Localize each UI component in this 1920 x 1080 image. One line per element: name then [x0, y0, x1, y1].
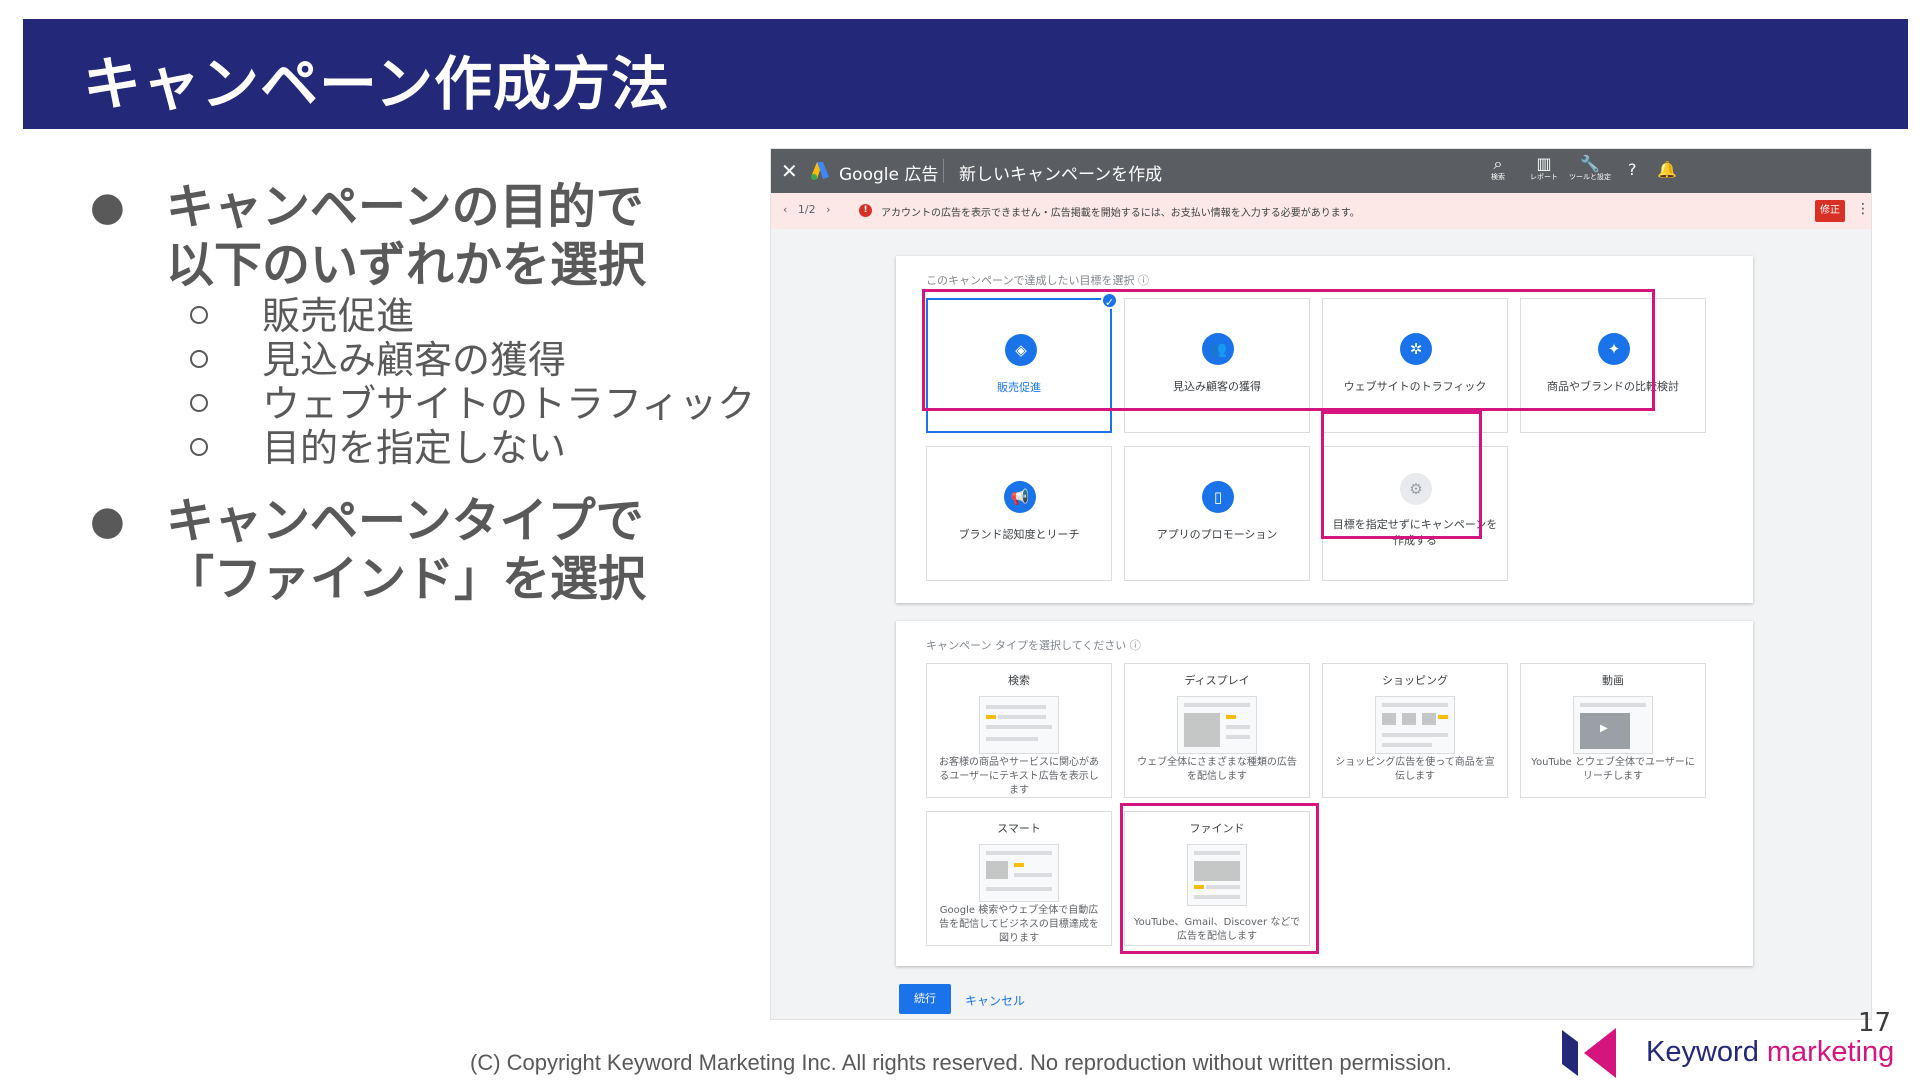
type-title: 検索 [1008, 674, 1030, 687]
copyright-text: (C) Copyright Keyword Marketing Inc. All… [470, 1050, 1452, 1075]
google-ads-logo-icon [811, 162, 829, 180]
bell-icon[interactable]: 🔔 [1657, 160, 1677, 179]
reports-icon: ▥ [1536, 154, 1552, 173]
goal-label: ブランド認知度とリーチ [958, 528, 1080, 541]
keyword-marketing-logo-icon [1562, 1028, 1616, 1078]
type-desc: Google 検索やウェブ全体で自動広告を配信してビジネスの目標達成を図ります [939, 905, 1099, 944]
help-icon[interactable]: ? [1628, 160, 1637, 179]
sub-bullet: 販売促進 [86, 294, 766, 338]
circle-bullet-icon [190, 394, 208, 412]
alert-pager[interactable]: ‹ 1/2 › [783, 203, 830, 216]
circle-bullet-icon [190, 438, 208, 456]
continue-button[interactable]: 続行 [899, 984, 951, 1014]
sub-bullet-text: 販売促進 [262, 294, 415, 338]
google-ads-screenshot: ✕ Google 広告 新しいキャンペーンを作成 ⌕ 検索 ▥ レポート 🔧 ツ… [770, 148, 1872, 1020]
circle-bullet-icon [190, 306, 208, 324]
type-card-title: キャンペーン タイプを選択してください ⓘ [926, 639, 1141, 652]
search-icon: ⌕ [1493, 154, 1503, 173]
tool-label: ツールと設定 [1569, 173, 1611, 181]
type-search[interactable]: 検索 お客様の商品やサービスに関心があるユーザーにテキスト広告を表示します [926, 663, 1112, 798]
video-thumbnail: ▶ [1573, 696, 1653, 754]
type-title: スマート [997, 822, 1041, 835]
type-title: ショッピング [1382, 674, 1448, 687]
display-thumbnail [1177, 696, 1257, 754]
sub-bullet-text: 見込み顧客の獲得 [262, 338, 567, 382]
type-desc: ウェブ全体にさまざまな種類の広告を配信します [1137, 757, 1297, 782]
tools-settings[interactable]: 🔧 ツールと設定 [1567, 155, 1613, 182]
page-number: 17 [1858, 1008, 1892, 1038]
sub-bullet: ウェブサイトのトラフィック [86, 382, 766, 426]
tool-label: 検索 [1491, 173, 1505, 181]
shopping-thumbnail [1375, 696, 1455, 754]
bullet-type: ● キャンペーンタイプで 「ファインド」を選択 [86, 492, 766, 608]
type-video[interactable]: 動画 ▶ YouTube とウェブ全体でユーザーにリーチします [1520, 663, 1706, 798]
slide-title: キャンペーン作成方法 [83, 50, 671, 118]
fix-button[interactable]: 修正 [1815, 200, 1845, 222]
goal-app-promotion[interactable]: ▯ アプリのプロモーション [1124, 446, 1310, 581]
sub-bullet-text: 目的を指定しない [262, 426, 567, 470]
bullet-text: 「ファインド」を選択 [166, 551, 647, 607]
bullet-dot-icon: ● [90, 184, 125, 230]
type-smart[interactable]: スマート Google 検索やウェブ全体で自動広告を配信してビジネスの目標達成を… [926, 811, 1112, 946]
type-shopping[interactable]: ショッピング ショッピング広告を使って商品を宣伝します [1322, 663, 1508, 798]
divider [943, 159, 944, 183]
bullet-list: ● キャンペーンの目的で 以下のいずれかを選択 販売促進 見込み顧客の獲得 ウェ… [86, 178, 766, 608]
type-title: ディスプレイ [1184, 674, 1250, 687]
bullet-text: キャンペーンの目的で [166, 179, 644, 235]
cancel-button[interactable]: キャンセル [965, 992, 1025, 1009]
bullet-text: キャンペーンタイプで [166, 493, 644, 549]
sub-bullet: 目的を指定しない [86, 426, 766, 470]
close-icon[interactable]: ✕ [781, 159, 798, 183]
play-icon: ▶ [1600, 723, 1608, 734]
alert-text: アカウントの広告を表示できません・広告掲載を開始するには、お支払い情報を入力する… [881, 208, 1360, 219]
bullet-text: 以下のいずれかを選択 [166, 237, 647, 293]
more-vert-icon[interactable]: ⋮ [1856, 201, 1870, 217]
wrench-icon: 🔧 [1580, 154, 1600, 173]
type-title: 動画 [1602, 674, 1624, 687]
highlight-goals-row [922, 289, 1655, 411]
megaphone-icon: 📢 [1004, 481, 1036, 513]
circle-bullet-icon [190, 350, 208, 368]
alert-bar: ‹ 1/2 › ! アカウントの広告を表示できません・広告掲載を開始するには、お… [771, 193, 1871, 229]
type-display[interactable]: ディスプレイ ウェブ全体にさまざまな種類の広告を配信します [1124, 663, 1310, 798]
goal-card-title: このキャンペーンで達成したい目標を選択 ⓘ [926, 274, 1149, 287]
sub-bullet: 見込み顧客の獲得 [86, 338, 766, 382]
search-thumbnail [979, 696, 1059, 754]
bullet-goal: ● キャンペーンの目的で 以下のいずれかを選択 [86, 178, 766, 294]
type-desc: お客様の商品やサービスに関心があるユーザーにテキスト広告を表示します [939, 757, 1099, 796]
ads-page-title: 新しいキャンペーンを作成 [959, 165, 1163, 185]
campaign-type-card: キャンペーン タイプを選択してください ⓘ 検索 お客様の商品やサービスに関心が… [896, 621, 1753, 966]
ads-brand: Google 広告 [839, 165, 939, 185]
type-desc: YouTube とウェブ全体でユーザーにリーチします [1531, 757, 1695, 782]
error-icon: ! [859, 204, 872, 217]
highlight-discovery [1120, 803, 1319, 954]
type-desc: ショッピング広告を使って商品を宣伝します [1335, 757, 1495, 782]
sub-bullet-text: ウェブサイトのトラフィック [262, 382, 756, 426]
highlight-no-goal [1321, 411, 1482, 539]
bullet-dot-icon: ● [90, 498, 125, 544]
slide-header: キャンペーン作成方法 [23, 19, 1908, 129]
smart-thumbnail [979, 844, 1059, 902]
company-logo-text: Keyword marketing [1646, 1036, 1895, 1068]
goal-label: アプリのプロモーション [1156, 528, 1278, 541]
search-tool[interactable]: ⌕ 検索 [1475, 155, 1521, 182]
reports-tool[interactable]: ▥ レポート [1521, 155, 1567, 182]
phone-icon: ▯ [1202, 481, 1234, 513]
tool-label: レポート [1530, 173, 1558, 181]
goal-awareness[interactable]: 📢 ブランド認知度とリーチ [926, 446, 1112, 581]
ads-topbar: ✕ Google 広告 新しいキャンペーンを作成 ⌕ 検索 ▥ レポート 🔧 ツ… [771, 149, 1871, 193]
